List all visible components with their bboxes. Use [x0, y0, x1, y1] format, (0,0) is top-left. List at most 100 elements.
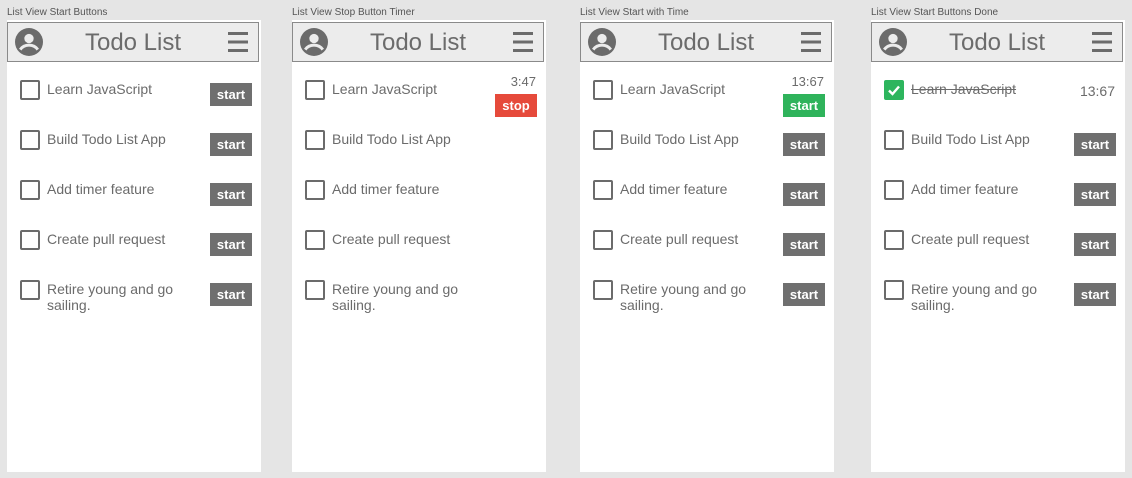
todo-checkbox[interactable] [884, 230, 904, 250]
todo-item: Learn JavaScript 3:47 stop [292, 74, 546, 120]
checkmark-icon [888, 85, 900, 96]
todo-item: Build Todo List App start [7, 130, 261, 170]
frame-label: List View Start with Time [580, 7, 689, 18]
todo-checkbox[interactable] [20, 80, 40, 100]
app-title: Todo List [657, 29, 755, 56]
todo-item: Add timer feature [292, 180, 546, 220]
app-title: Todo List [84, 29, 182, 56]
todo-label: Add timer feature [332, 181, 440, 197]
frame-label: List View Stop Button Timer [292, 7, 415, 18]
todo-checkbox[interactable] [305, 280, 325, 300]
start-button[interactable]: start [210, 283, 252, 306]
todo-label: Build Todo List App [332, 131, 451, 147]
frame-start-buttons-done: List View Start Buttons Done Todo List L… [871, 0, 1125, 478]
frame-start-with-time: List View Start with Time Todo List Lear… [580, 0, 834, 478]
todo-item: Build Todo List App [292, 130, 546, 170]
todo-label: Retire young and go sailing. [332, 281, 459, 313]
hamburger-menu-icon[interactable] [228, 31, 248, 53]
frame-label: List View Start Buttons Done [871, 7, 999, 18]
todo-item: Add timer feature start [871, 180, 1125, 220]
todo-label: Build Todo List App [47, 131, 166, 147]
start-button[interactable]: start [210, 83, 252, 106]
todo-checkbox[interactable] [20, 280, 40, 300]
todo-label: Retire young and go sailing. [911, 281, 1038, 313]
app-title: Todo List [369, 29, 467, 56]
start-button[interactable]: start [783, 233, 825, 256]
todo-label: Create pull request [911, 231, 1030, 247]
elapsed-timer: 13:67 [791, 74, 824, 89]
start-button[interactable]: start [210, 183, 252, 206]
phone-screen: Todo List Learn JavaScript start Build T… [7, 20, 261, 472]
todo-checkbox[interactable] [305, 80, 325, 100]
start-button[interactable]: start [783, 133, 825, 156]
hamburger-menu-icon[interactable] [801, 31, 821, 53]
start-button[interactable]: start [1074, 183, 1116, 206]
start-button[interactable]: start [210, 233, 252, 256]
todo-item: Create pull request [292, 230, 546, 270]
app-header: Todo List [580, 22, 832, 62]
phone-screen: Todo List Learn JavaScript 13:67 start B… [580, 20, 834, 472]
todo-checkbox[interactable] [593, 280, 613, 300]
todo-label: Retire young and go sailing. [620, 281, 747, 313]
todo-label: Add timer feature [911, 181, 1019, 197]
hamburger-menu-icon[interactable] [1092, 31, 1112, 53]
todo-item: Learn JavaScript start [7, 80, 261, 120]
stop-button[interactable]: stop [495, 94, 537, 117]
todo-item: Retire young and go sailing. start [871, 280, 1125, 320]
phone-screen: Todo List Learn JavaScript 13:67 Build T… [871, 20, 1125, 472]
todo-checkbox[interactable] [884, 180, 904, 200]
todo-item: Retire young and go sailing. start [7, 280, 261, 320]
todo-item: Build Todo List App start [871, 130, 1125, 170]
start-button[interactable]: start [1074, 133, 1116, 156]
start-button[interactable]: start [1074, 233, 1116, 256]
elapsed-timer: 3:47 [510, 74, 536, 89]
todo-label: Learn JavaScript [620, 81, 726, 97]
todo-checkbox[interactable] [20, 130, 40, 150]
todo-label: Learn JavaScript [332, 81, 438, 97]
start-button[interactable]: start [783, 183, 825, 206]
todo-label: Retire young and go sailing. [47, 281, 174, 313]
todo-item: Add timer feature start [7, 180, 261, 220]
todo-label: Learn JavaScript [911, 81, 1017, 97]
todo-item: Create pull request start [580, 230, 834, 270]
frame-label: List View Start Buttons [7, 7, 108, 18]
frame-start-buttons: List View Start Buttons Todo List Learn … [7, 0, 261, 478]
todo-label: Create pull request [47, 231, 166, 247]
start-button[interactable]: start [210, 133, 252, 156]
todo-label: Add timer feature [620, 181, 728, 197]
todo-item: Build Todo List App start [580, 130, 834, 170]
hamburger-menu-icon[interactable] [513, 31, 533, 53]
todo-checkbox[interactable] [593, 130, 613, 150]
todo-checkbox[interactable] [593, 80, 613, 100]
todo-checkbox[interactable] [20, 230, 40, 250]
todo-checkbox[interactable] [305, 180, 325, 200]
todo-checkbox[interactable] [20, 180, 40, 200]
start-button[interactable]: start [1074, 283, 1116, 306]
todo-label: Create pull request [620, 231, 739, 247]
todo-item: Create pull request start [7, 230, 261, 270]
phone-screen: Todo List Learn JavaScript 3:47 stop Bui… [292, 20, 546, 472]
todo-checkbox[interactable] [305, 130, 325, 150]
todo-checkbox[interactable] [884, 130, 904, 150]
todo-item: Create pull request start [871, 230, 1125, 270]
todo-checkbox[interactable] [884, 280, 904, 300]
todo-label: Build Todo List App [620, 131, 739, 147]
todo-item: Learn JavaScript 13:67 start [580, 74, 834, 120]
todo-item: Retire young and go sailing. start [580, 280, 834, 320]
todo-label: Create pull request [332, 231, 451, 247]
elapsed-timer: 13:67 [1079, 83, 1115, 99]
start-button[interactable]: start [783, 94, 825, 117]
todo-checkbox[interactable] [305, 230, 325, 250]
app-header: Todo List [7, 22, 259, 62]
app-title: Todo List [948, 29, 1046, 56]
app-header: Todo List [292, 22, 544, 62]
todo-checkbox-checked[interactable] [884, 80, 904, 100]
todo-checkbox[interactable] [593, 230, 613, 250]
app-header: Todo List [871, 22, 1123, 62]
todo-label: Build Todo List App [911, 131, 1030, 147]
start-button[interactable]: start [783, 283, 825, 306]
todo-checkbox[interactable] [593, 180, 613, 200]
frame-stop-button-timer: List View Stop Button Timer Todo List Le… [292, 0, 546, 478]
todo-label: Learn JavaScript [47, 81, 153, 97]
todo-item: Retire young and go sailing. [292, 280, 546, 320]
